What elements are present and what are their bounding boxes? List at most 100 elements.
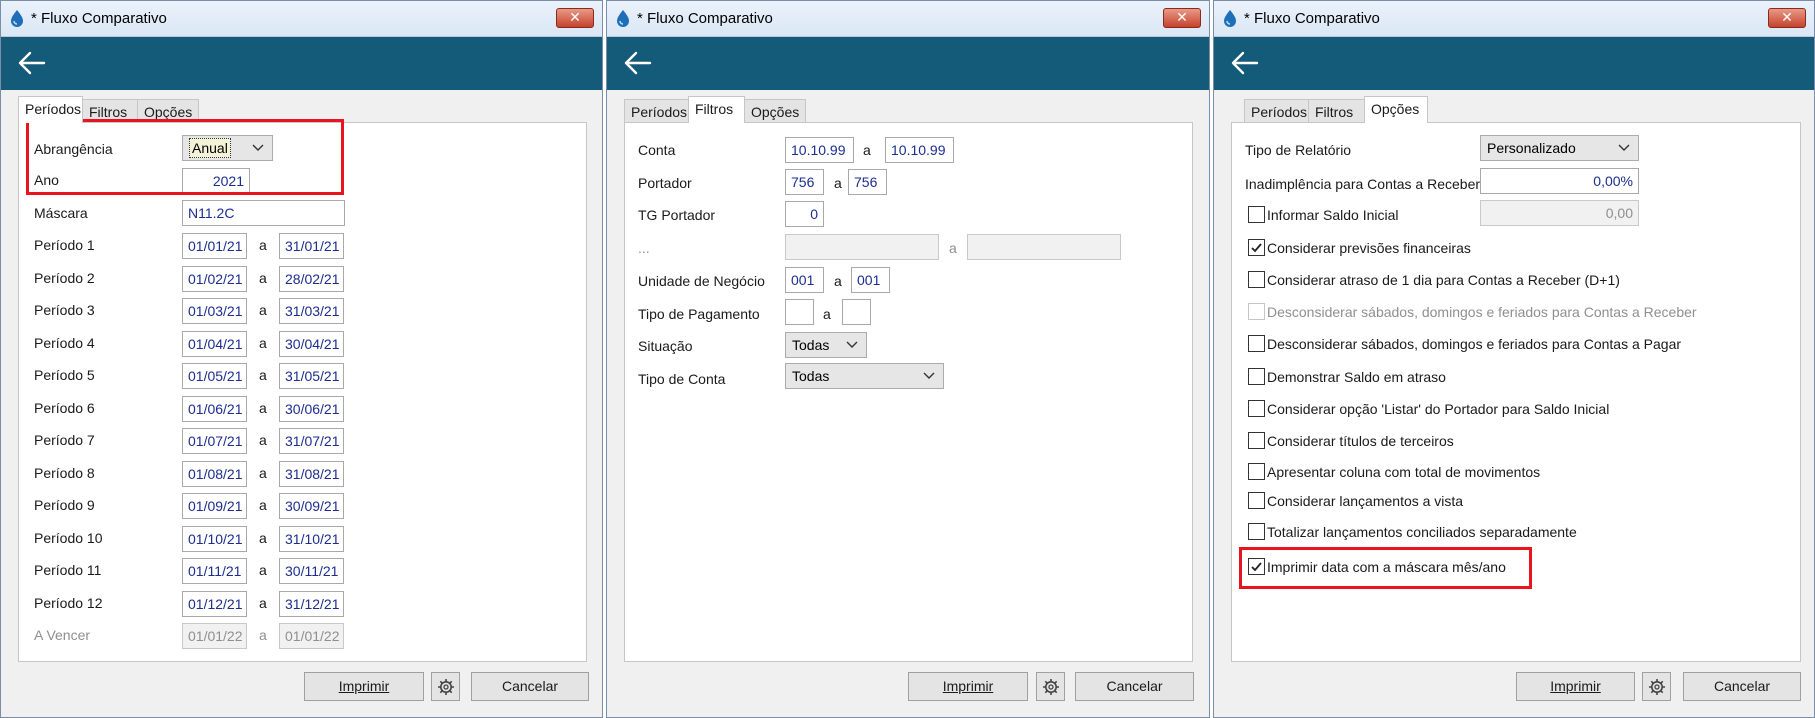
portador-from-field[interactable]: 756 xyxy=(785,169,824,195)
unidade-from-field[interactable]: 001 xyxy=(785,267,824,293)
situacao-select[interactable]: Todas xyxy=(785,332,867,358)
checkmark-icon xyxy=(1251,243,1262,253)
period-separator: a xyxy=(259,432,267,448)
period-from-field[interactable]: 01/03/21 xyxy=(182,298,247,324)
mascara-field[interactable]: N11.2C xyxy=(182,200,345,226)
tab-opcoes[interactable]: Opções xyxy=(1364,96,1428,123)
period-label: Período 10 xyxy=(34,529,103,546)
conta-label: Conta xyxy=(638,142,676,158)
gear-icon xyxy=(438,679,454,695)
period-to-field[interactable]: 28/02/21 xyxy=(279,265,344,292)
period-label: Período 5 xyxy=(34,367,95,383)
period-label: Período 9 xyxy=(34,497,95,513)
period-to-field[interactable]: 31/10/21 xyxy=(279,525,344,552)
option-checkbox[interactable] xyxy=(1248,432,1265,449)
period-from-field[interactable]: 01/05/21 xyxy=(182,363,247,389)
period-from-field[interactable]: 01/04/21 xyxy=(182,330,247,357)
tab-filtros[interactable]: Filtros xyxy=(1308,99,1365,123)
window-title: * Fluxo Comparativo xyxy=(637,10,773,27)
period-to-field[interactable]: 30/04/21 xyxy=(279,330,344,357)
period-to-field[interactable]: 30/06/21 xyxy=(279,395,344,422)
option-label: Apresentar coluna com total de movimento… xyxy=(1267,464,1541,480)
report-window-opcoes: * Fluxo Comparativo ✕ Períodos Filtros O… xyxy=(1213,0,1815,718)
tipo-pagamento-label: Tipo de Pagamento xyxy=(638,306,760,322)
period-from-field[interactable]: 01/09/21 xyxy=(182,493,247,519)
period-to-field[interactable]: 31/03/21 xyxy=(279,298,344,324)
period-from-field[interactable]: 01/08/21 xyxy=(182,460,247,487)
period-separator: a xyxy=(259,334,267,351)
cancel-button[interactable]: Cancelar xyxy=(1075,672,1194,701)
settings-button[interactable] xyxy=(1642,672,1671,701)
period-separator: a xyxy=(259,464,267,481)
period-from-field[interactable]: 01/01/21 xyxy=(182,233,247,259)
option-checkbox[interactable] xyxy=(1248,335,1265,352)
period-from-field[interactable]: 01/10/21 xyxy=(182,525,247,552)
period-to-field[interactable]: 30/09/21 xyxy=(279,493,344,519)
period-separator: a xyxy=(259,269,267,286)
unidade-to-field[interactable]: 001 xyxy=(851,267,890,293)
close-button[interactable]: ✕ xyxy=(556,8,594,28)
back-arrow-icon[interactable] xyxy=(17,50,47,76)
period-to-field[interactable]: 30/11/21 xyxy=(279,558,344,584)
option-checkbox[interactable] xyxy=(1248,239,1265,256)
period-from-field[interactable]: 01/12/21 xyxy=(182,590,247,617)
option-label: Desconsiderar sábados, domingos e feriad… xyxy=(1267,304,1697,320)
app-drop-icon xyxy=(617,10,629,27)
ellipsis-separator: a xyxy=(949,240,957,256)
conta-to-field[interactable]: 10.10.99 xyxy=(885,137,954,163)
portador-to-field[interactable]: 756 xyxy=(848,169,887,195)
settings-button[interactable] xyxy=(1036,672,1065,701)
back-arrow-icon[interactable] xyxy=(623,50,653,76)
option-checkbox[interactable] xyxy=(1248,368,1265,385)
period-label: Período 4 xyxy=(34,334,95,351)
cancel-button[interactable]: Cancelar xyxy=(1683,672,1801,701)
period-from-field[interactable]: 01/07/21 xyxy=(182,428,247,454)
option-checkbox[interactable] xyxy=(1248,400,1265,417)
close-button[interactable]: ✕ xyxy=(1768,8,1806,28)
chevron-down-icon xyxy=(1618,144,1630,151)
option-label: Demonstrar Saldo em atraso xyxy=(1267,369,1446,385)
option-checkbox[interactable] xyxy=(1248,523,1265,540)
option-label: Desconsiderar sábados, domingos e feriad… xyxy=(1267,336,1682,352)
back-arrow-icon[interactable] xyxy=(1230,50,1260,76)
tab-periodos[interactable]: Períodos xyxy=(1244,99,1309,123)
close-button[interactable]: ✕ xyxy=(1163,8,1201,28)
chevron-down-icon xyxy=(923,372,935,379)
option-checkbox[interactable] xyxy=(1248,492,1265,509)
portador-separator: a xyxy=(834,175,842,191)
settings-button[interactable] xyxy=(431,672,460,701)
period-to-field[interactable]: 31/12/21 xyxy=(279,590,344,617)
saldo-inicial-checkbox[interactable] xyxy=(1248,206,1265,223)
tipo-conta-select[interactable]: Todas xyxy=(785,363,944,389)
ellipsis-label: ... xyxy=(638,240,650,256)
option-checkbox[interactable] xyxy=(1248,271,1265,288)
tab-periodos[interactable]: Períodos xyxy=(18,96,83,123)
tipo-relatorio-select[interactable]: Personalizado xyxy=(1480,135,1639,161)
ellipsis-to-field xyxy=(967,234,1121,260)
option-label: Considerar atraso de 1 dia para Contas a… xyxy=(1267,272,1620,288)
conta-from-field[interactable]: 10.10.99 xyxy=(785,137,854,163)
highlight-box-imprimir-data xyxy=(1239,547,1532,589)
tipo-pagamento-to-field[interactable] xyxy=(842,299,871,325)
period-to-field[interactable]: 31/01/21 xyxy=(279,233,344,259)
inadimplencia-field[interactable]: 0,00% xyxy=(1480,168,1639,194)
tg-portador-field[interactable]: 0 xyxy=(785,201,824,227)
period-to-field[interactable]: 31/07/21 xyxy=(279,428,344,454)
tab-opcoes[interactable]: Opções xyxy=(744,99,806,123)
option-checkbox[interactable] xyxy=(1248,463,1265,480)
tab-periodos[interactable]: Períodos xyxy=(624,99,689,123)
period-to-field[interactable]: 31/08/21 xyxy=(279,460,344,487)
print-button[interactable]: Imprimir xyxy=(1516,672,1635,701)
period-from-field[interactable]: 01/11/21 xyxy=(182,558,247,584)
tab-filtros[interactable]: Filtros xyxy=(688,96,745,123)
period-from-field[interactable]: 01/06/21 xyxy=(182,395,247,422)
portador-label: Portador xyxy=(638,175,692,191)
unidade-negocio-label: Unidade de Negócio xyxy=(638,273,765,289)
print-button[interactable]: Imprimir xyxy=(908,672,1028,701)
period-to-field[interactable]: 31/05/21 xyxy=(279,363,344,389)
tipo-pagamento-from-field[interactable] xyxy=(785,299,814,325)
print-button[interactable]: Imprimir xyxy=(304,672,424,701)
period-label: Período 11 xyxy=(34,562,102,578)
cancel-button[interactable]: Cancelar xyxy=(471,672,589,701)
period-from-field[interactable]: 01/02/21 xyxy=(182,265,247,292)
